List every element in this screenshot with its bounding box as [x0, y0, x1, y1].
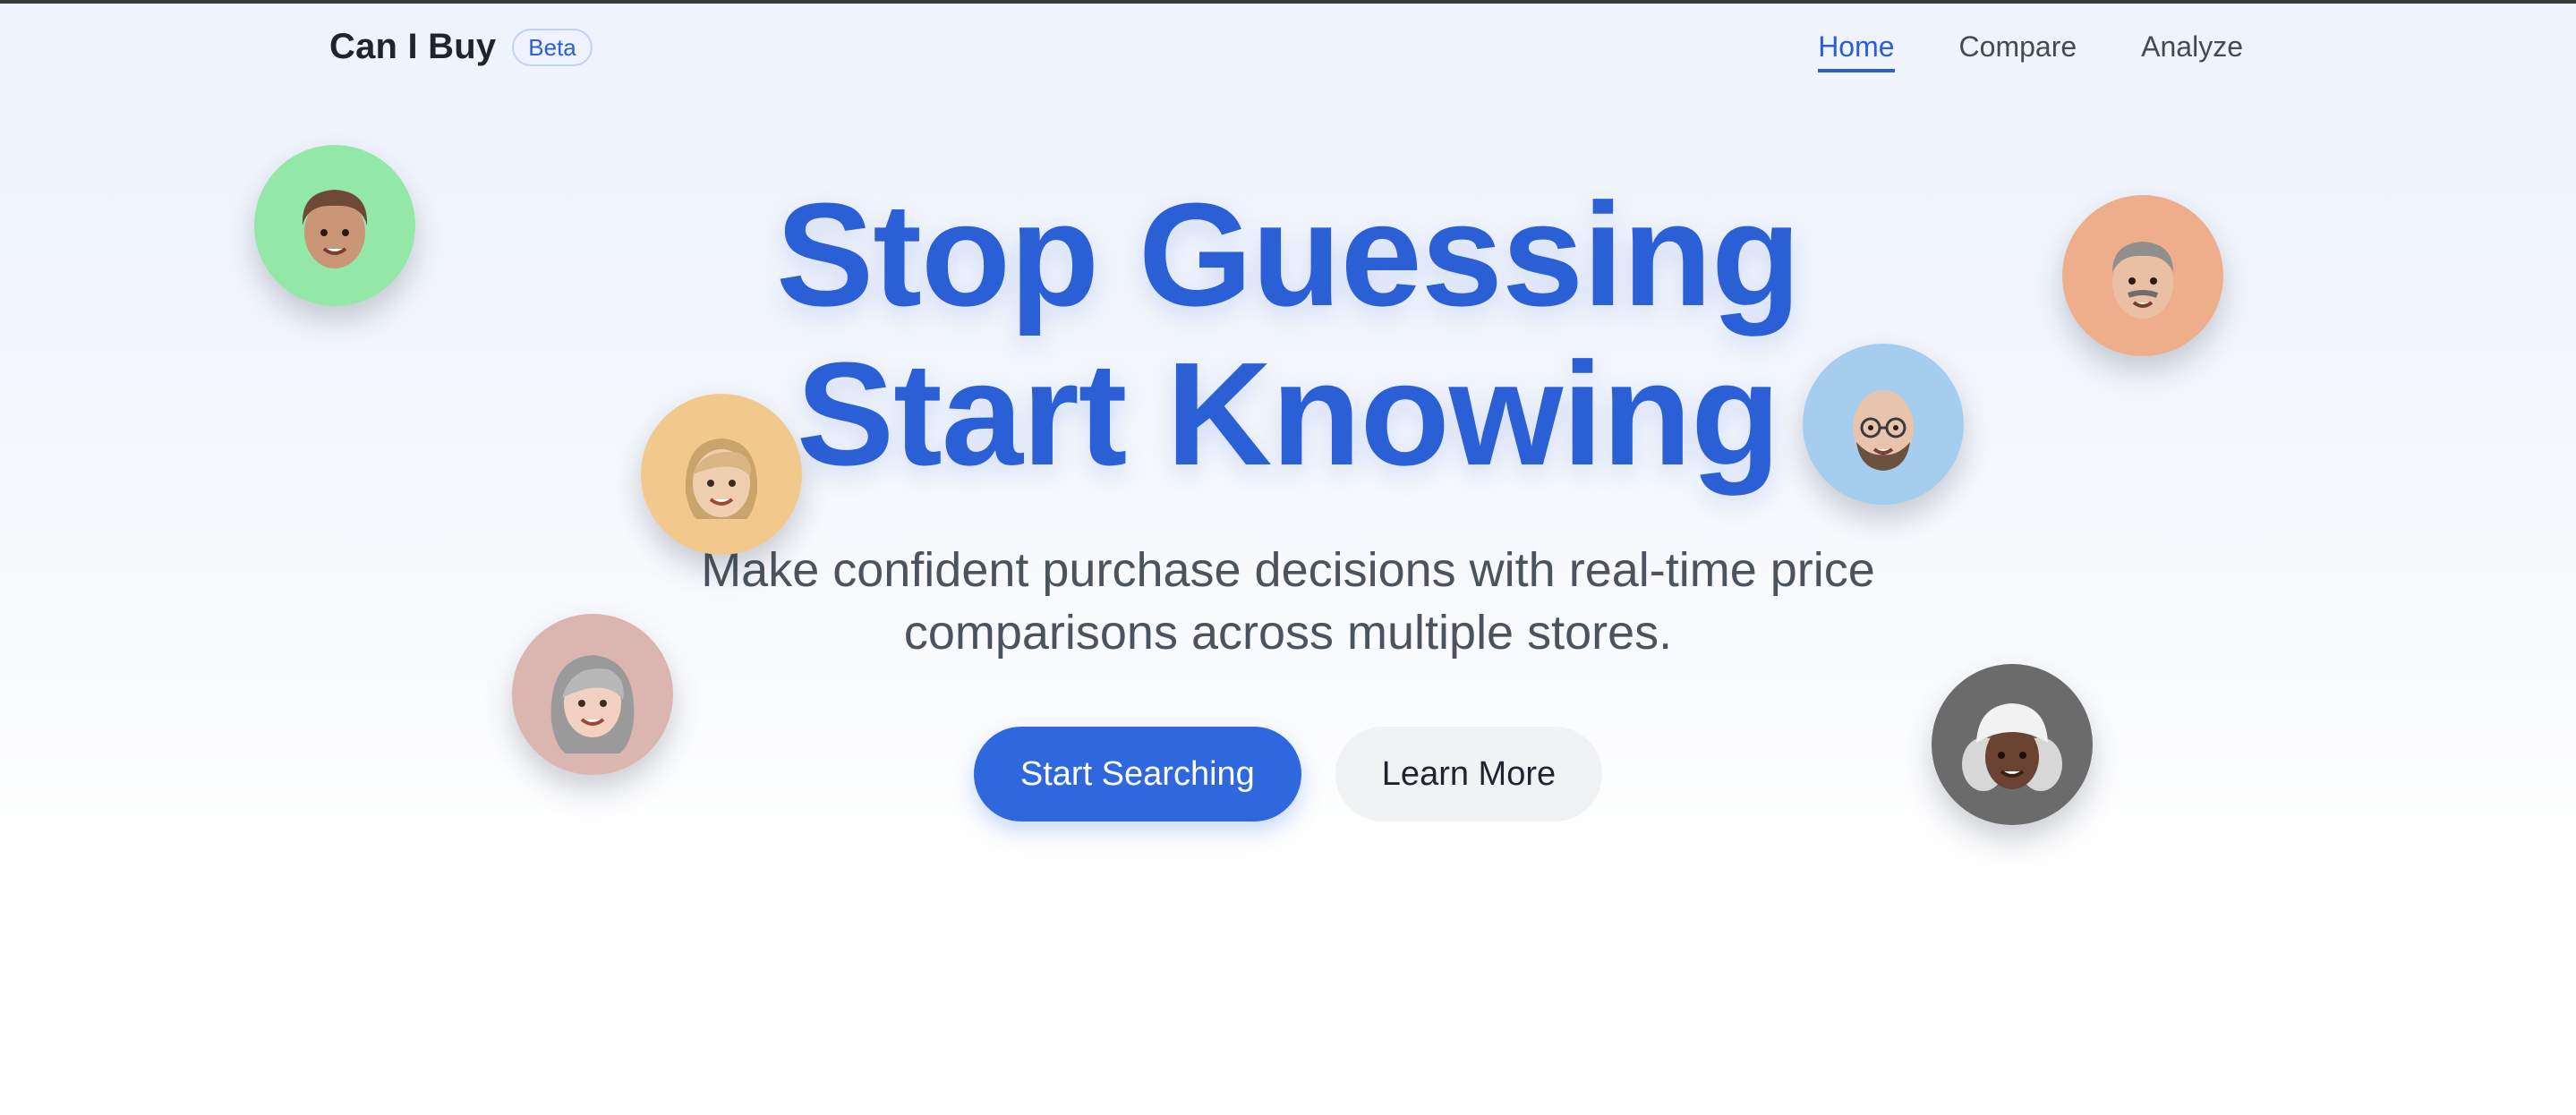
- logo-text[interactable]: Can I Buy: [329, 27, 496, 67]
- nav-compare[interactable]: Compare: [1959, 30, 2077, 72]
- memoji-woman-icon: [685, 438, 758, 519]
- avatar-gray-haired-woman: [512, 614, 673, 775]
- avatar-blonde-woman: [641, 394, 802, 555]
- top-border: [0, 0, 2576, 4]
- cta-row: Start Searching Learn More: [0, 727, 2576, 821]
- memoji-older-woman-icon: [550, 655, 635, 753]
- avatar-older-man: [2062, 195, 2223, 356]
- hero-title-line-2: Start Knowing: [796, 332, 1780, 496]
- avatar-woman-white-hat: [1932, 664, 2093, 825]
- main-nav: Home Compare Analyze: [1818, 30, 2243, 72]
- nav-home[interactable]: Home: [1818, 30, 1895, 72]
- avatar-bald-glasses-man: [1803, 344, 1964, 505]
- memoji-woman-hat-icon: [1962, 703, 2062, 791]
- start-searching-button[interactable]: Start Searching: [973, 727, 1301, 821]
- memoji-bald-man-icon: [1853, 390, 1914, 471]
- memoji-boy-icon: [302, 190, 368, 268]
- logo[interactable]: Can I Buy Beta: [329, 27, 593, 67]
- hero-subtitle: Make confident purchase decisions with r…: [701, 543, 1875, 660]
- memoji-older-man-icon: [2112, 242, 2173, 319]
- beta-badge: Beta: [512, 28, 593, 66]
- learn-more-button[interactable]: Learn More: [1335, 727, 1603, 821]
- nav-analyze[interactable]: Analyze: [2141, 30, 2243, 72]
- avatar-boy-bangs: [254, 145, 415, 306]
